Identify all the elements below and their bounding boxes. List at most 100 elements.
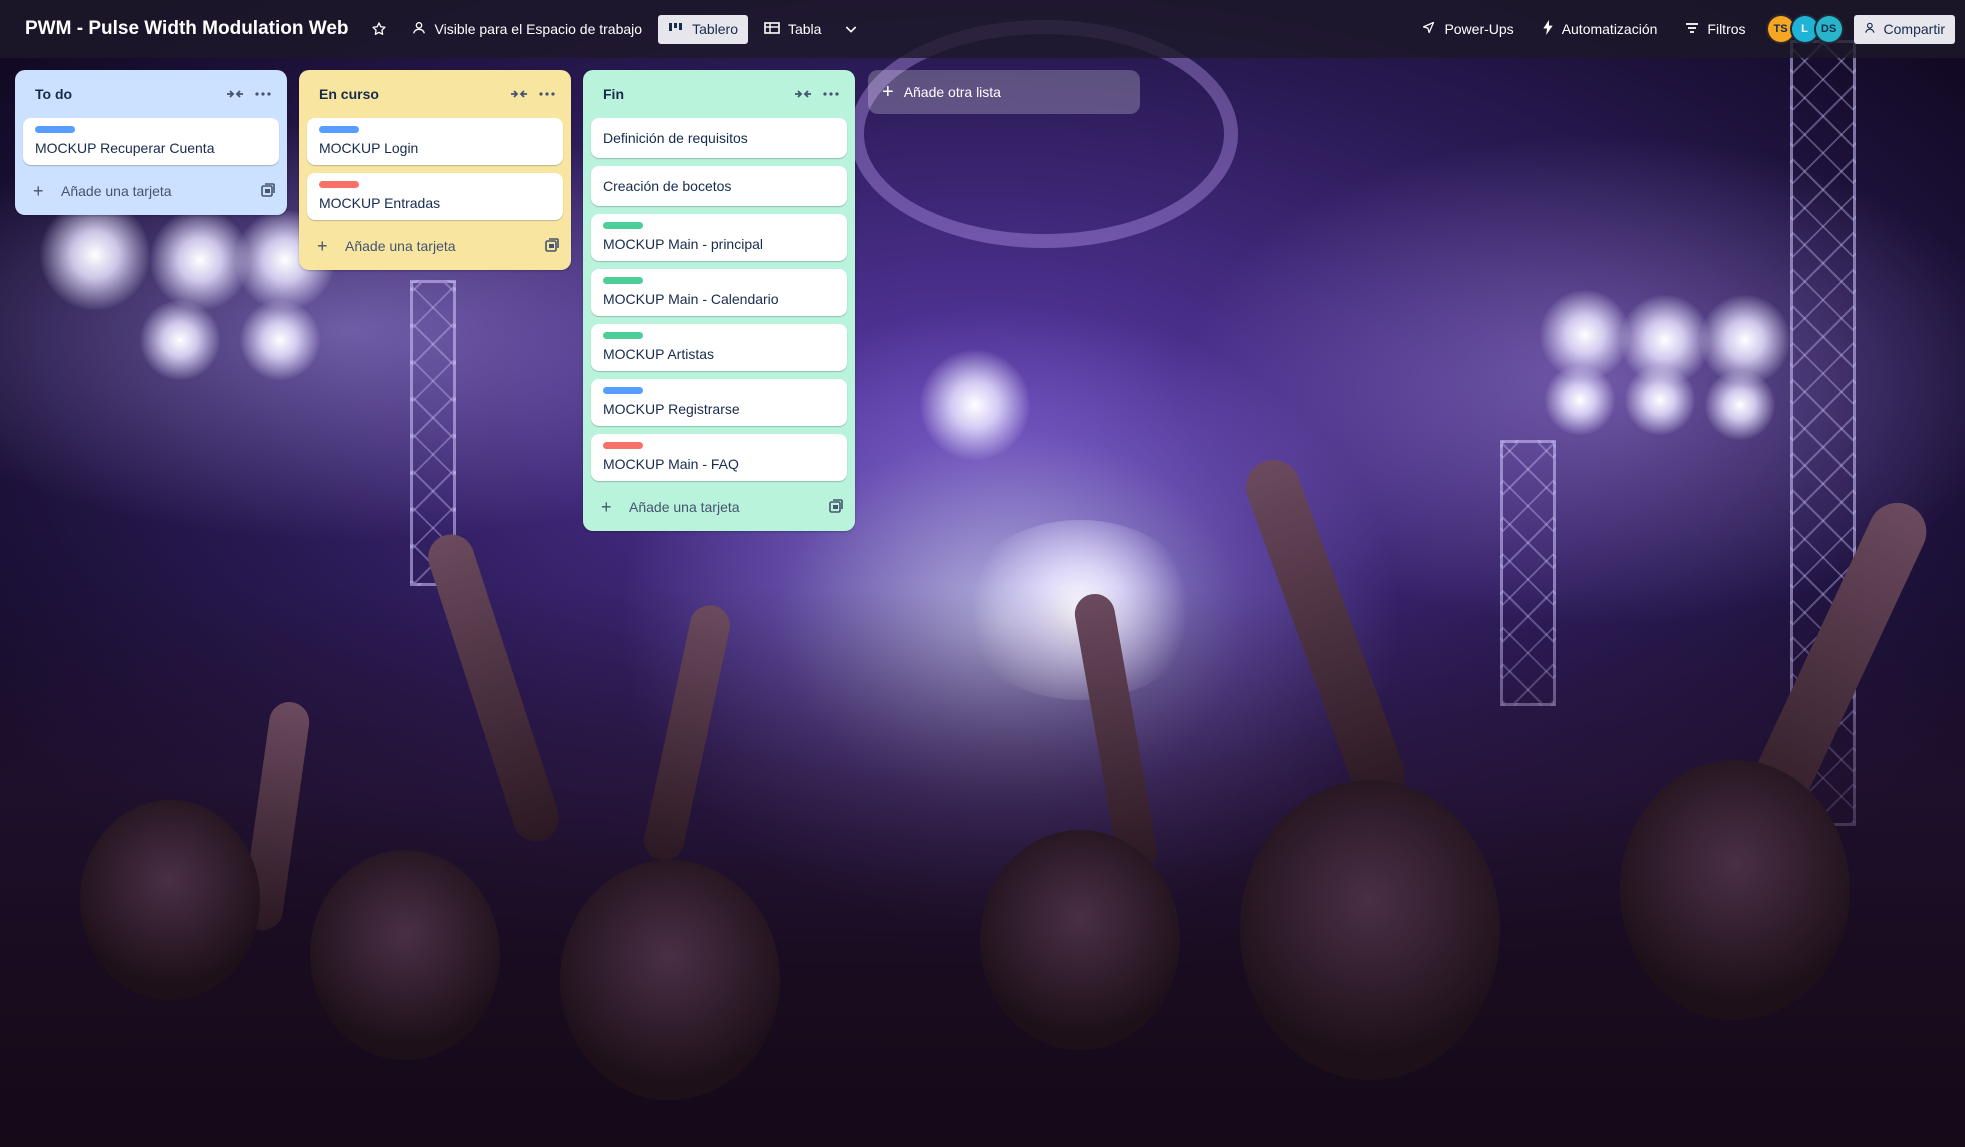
more-options-icon[interactable]	[251, 82, 275, 106]
label-green[interactable]	[603, 332, 643, 339]
add-card-button[interactable]: + Añade una tarjeta	[15, 173, 287, 209]
lightning-icon	[1542, 20, 1554, 38]
stage-light	[1705, 370, 1775, 440]
crowd-head	[1620, 760, 1850, 1020]
list-title[interactable]: Fin	[603, 86, 787, 102]
stage-light	[1545, 365, 1615, 435]
visibility-label: Visible para el Espacio de trabajo	[434, 21, 643, 37]
card[interactable]: MOCKUP Login	[307, 118, 563, 165]
card-title: MOCKUP Main - principal	[603, 236, 764, 252]
card[interactable]: MOCKUP Artistas	[591, 324, 847, 371]
collapse-icon[interactable]	[791, 82, 815, 106]
add-card-button[interactable]: + Añade una tarjeta	[299, 228, 571, 264]
list-en-curso: En curso MOCKUP Login MOCKUP Entradas + …	[299, 70, 571, 270]
member-avatars: TS L DS	[1765, 14, 1844, 44]
label-red[interactable]	[319, 181, 359, 188]
powerups-button[interactable]: Power-Ups	[1411, 14, 1523, 44]
avatar[interactable]: DS	[1813, 14, 1844, 44]
share-button[interactable]: Compartir	[1853, 14, 1955, 44]
plus-icon: +	[882, 80, 894, 103]
list-header: En curso	[299, 70, 571, 118]
card[interactable]: MOCKUP Recuperar Cuenta	[23, 118, 279, 165]
label-blue[interactable]	[35, 126, 75, 133]
label-green[interactable]	[603, 277, 643, 284]
filter-icon	[1685, 21, 1699, 37]
card[interactable]: MOCKUP Registrarse	[591, 379, 847, 426]
list-title[interactable]: En curso	[319, 86, 503, 102]
list-fin: Fin Definición de requisitos Creación de…	[583, 70, 855, 531]
crowd-head	[980, 830, 1180, 1050]
card-title: MOCKUP Main - FAQ	[603, 456, 739, 472]
visibility-button[interactable]: Visible para el Espacio de trabajo	[401, 14, 653, 45]
add-list-button[interactable]: + Añade otra lista	[868, 70, 1140, 114]
add-card-label: Añade una tarjeta	[629, 499, 740, 515]
list-title[interactable]: To do	[35, 86, 219, 102]
collapse-icon[interactable]	[223, 82, 247, 106]
add-card-label: Añade una tarjeta	[345, 238, 456, 254]
list-to-do: To do MOCKUP Recuperar Cuenta + Añade un…	[15, 70, 287, 215]
card-title: MOCKUP Registrarse	[603, 401, 740, 417]
card[interactable]: MOCKUP Entradas	[307, 173, 563, 220]
crowd-head	[80, 800, 260, 1000]
plus-icon: +	[33, 180, 44, 201]
card[interactable]: MOCKUP Main - Calendario	[591, 269, 847, 316]
add-list-label: Añade otra lista	[903, 84, 1001, 100]
collapse-icon[interactable]	[507, 82, 531, 106]
card-title: MOCKUP Recuperar Cuenta	[35, 140, 215, 156]
star-icon[interactable]	[365, 15, 393, 43]
view-tab-tabla[interactable]: Tabla	[754, 15, 831, 44]
board-header-actions: Power-Ups Automatización Filtros TS L DS…	[1411, 0, 1955, 58]
share-label: Compartir	[1883, 21, 1945, 37]
card-list: MOCKUP Recuperar Cuenta	[15, 118, 287, 165]
view-tab-label: Tablero	[692, 21, 738, 37]
add-card-button[interactable]: + Añade una tarjeta	[583, 489, 855, 525]
stage-light	[920, 350, 1030, 460]
more-options-icon[interactable]	[535, 82, 559, 106]
add-card-label: Añade una tarjeta	[61, 183, 172, 199]
label-blue[interactable]	[603, 387, 643, 394]
board-icon	[668, 21, 684, 38]
automation-label: Automatización	[1561, 21, 1658, 37]
template-icon[interactable]	[261, 182, 275, 200]
card-title: MOCKUP Main - Calendario	[603, 291, 779, 307]
automation-button[interactable]: Automatización	[1532, 14, 1668, 44]
plus-icon: +	[601, 496, 612, 517]
crowd-head	[1240, 780, 1500, 1080]
card-title: MOCKUP Artistas	[603, 346, 714, 362]
stage-light	[1625, 365, 1695, 435]
label-red[interactable]	[603, 442, 643, 449]
card-title: Creación de bocetos	[603, 178, 732, 194]
card-title: MOCKUP Entradas	[319, 195, 441, 211]
board-title[interactable]: PWM - Pulse Width Modulation Web	[25, 18, 349, 40]
filters-label: Filtros	[1707, 21, 1746, 37]
powerups-label: Power-Ups	[1444, 21, 1514, 37]
rocket-icon	[1421, 20, 1436, 38]
more-options-icon[interactable]	[819, 82, 843, 106]
add-member-icon	[1864, 21, 1878, 38]
board-background-photo	[0, 0, 1965, 1147]
label-blue[interactable]	[319, 126, 359, 133]
stage-light	[40, 200, 150, 310]
card-title: Definición de requisitos	[603, 130, 748, 146]
chevron-down-icon[interactable]	[837, 15, 865, 43]
template-icon[interactable]	[545, 237, 559, 255]
view-tab-tablero[interactable]: Tablero	[658, 14, 748, 44]
card-list: MOCKUP Login MOCKUP Entradas	[299, 118, 571, 220]
card-list: Definición de requisitos Creación de boc…	[583, 118, 855, 481]
workspace-visibility-icon	[411, 20, 427, 39]
card[interactable]: MOCKUP Main - FAQ	[591, 434, 847, 481]
template-icon[interactable]	[829, 498, 843, 516]
crowd-head	[310, 850, 500, 1060]
card[interactable]: Definición de requisitos	[591, 118, 847, 158]
card[interactable]: Creación de bocetos	[591, 166, 847, 206]
card[interactable]: MOCKUP Main - principal	[591, 214, 847, 261]
table-icon	[764, 21, 780, 38]
card-title: MOCKUP Login	[319, 140, 419, 156]
view-tab-label: Tabla	[787, 21, 822, 37]
stage-light	[140, 300, 220, 380]
list-header: To do	[15, 70, 287, 118]
board-header: PWM - Pulse Width Modulation Web Visible…	[0, 0, 1965, 58]
filters-button[interactable]: Filtros	[1675, 15, 1755, 43]
list-header: Fin	[583, 70, 855, 118]
label-green[interactable]	[603, 222, 643, 229]
